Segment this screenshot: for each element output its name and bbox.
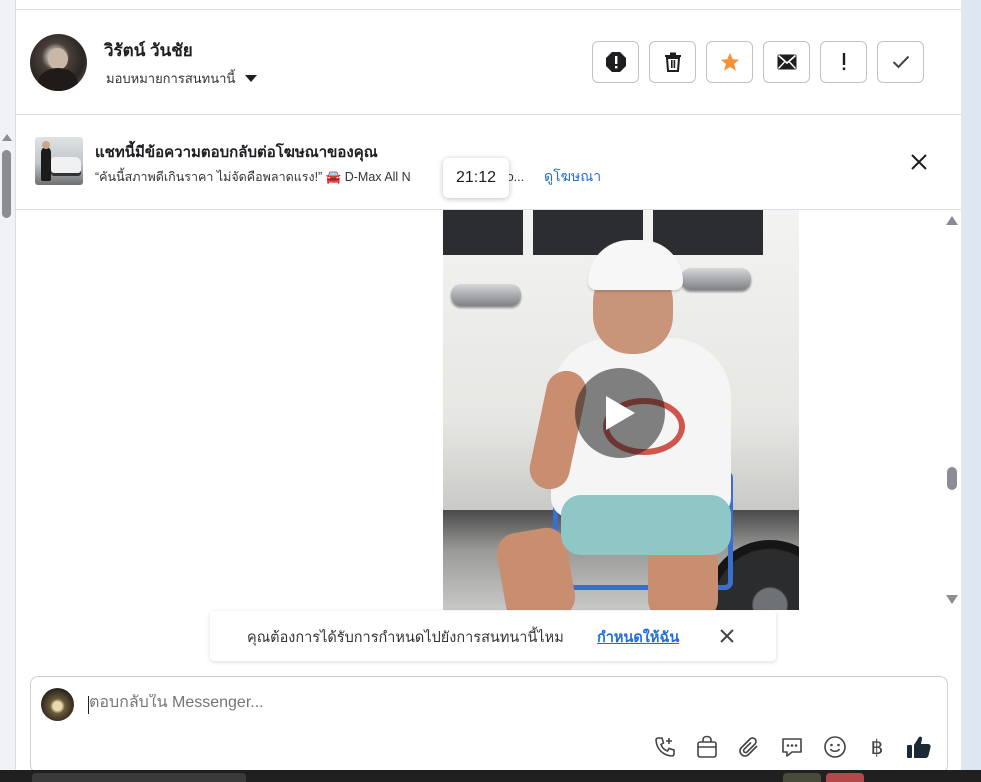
like-button[interactable]: [906, 734, 932, 760]
os-taskbar: [0, 770, 981, 782]
view-ad-link[interactable]: ดูโฆษณา: [544, 166, 601, 188]
ad-thumbnail-head: [42, 141, 50, 149]
assign-to-me-link[interactable]: กำหนดให้ฉัน: [597, 626, 679, 649]
smiley-icon: [824, 736, 846, 758]
chat-bubble-icon: [782, 738, 802, 757]
thumbs-up-icon: [907, 736, 931, 758]
trash-icon: [664, 52, 681, 72]
contact-name[interactable]: วิรัตน์ วันชัย: [104, 37, 193, 64]
play-icon: [606, 396, 635, 430]
play-button[interactable]: [575, 368, 665, 458]
left-scroll-up-arrow[interactable]: [2, 134, 12, 141]
done-button[interactable]: [877, 41, 924, 83]
star-button[interactable]: [706, 41, 753, 83]
thread-scroll-thumb[interactable]: [947, 467, 957, 490]
baht-icon: ฿: [870, 736, 884, 759]
bag-icon: [697, 735, 717, 758]
timestamp-tooltip: 21:12: [443, 158, 509, 198]
left-scrollbar[interactable]: [0, 0, 16, 782]
taskbar-app[interactable]: [826, 773, 864, 782]
mark-unread-button[interactable]: [763, 41, 810, 83]
ad-thumbnail-car: [51, 157, 81, 173]
assign-dropdown[interactable]: มอบหมายการสนทนานี้: [106, 68, 258, 89]
exclamation-icon: [842, 53, 845, 71]
taskbar-app[interactable]: [783, 773, 821, 782]
alert-circle-icon: [605, 52, 626, 72]
emoji-button[interactable]: [822, 734, 848, 760]
left-scroll-thumb[interactable]: [2, 150, 11, 218]
payment-button[interactable]: ฿: [864, 734, 890, 760]
contact-avatar[interactable]: [30, 34, 87, 91]
star-icon: [720, 52, 739, 71]
assign-label: มอบหมายการสนทนานี้: [106, 71, 236, 86]
caret-down-icon: [245, 75, 258, 82]
video-car-window: [653, 210, 763, 255]
right-edge-panel: [965, 0, 981, 782]
conversation-header: วิรัตน์ วันชัย มอบหมายการสนทนานี้: [16, 10, 961, 115]
assign-prompt: คุณต้องการได้รับการกำหนดไปยังการสนทนานี้…: [210, 611, 776, 661]
delete-button[interactable]: [649, 41, 696, 83]
ad-thumbnail[interactable]: [35, 137, 83, 185]
reply-input[interactable]: [89, 694, 889, 712]
thread-scroll-up-arrow[interactable]: [946, 216, 958, 225]
shop-button[interactable]: [694, 734, 720, 760]
paperclip-icon: [739, 737, 758, 757]
video-door-handle: [451, 284, 521, 306]
video-door-handle: [681, 268, 751, 290]
spam-button[interactable]: [592, 41, 639, 83]
avatar-face: [48, 48, 68, 70]
saved-replies-button[interactable]: [779, 734, 805, 760]
follow-up-button[interactable]: [820, 41, 867, 83]
avatar-body: [38, 68, 78, 91]
close-icon[interactable]: [718, 627, 736, 645]
envelope-icon: [777, 54, 796, 70]
reply-composer: ฿: [30, 676, 948, 773]
ad-banner-text-ellipsis: o...: [506, 170, 525, 184]
ad-banner-text-main: “คันนี้สภาพดีเกินราคา ไม่จัดคือพลาดแรง!”…: [95, 170, 411, 184]
ad-thumbnail-person: [41, 147, 51, 181]
thread-scroll-down-arrow[interactable]: [946, 595, 958, 604]
video-car-window: [443, 210, 523, 255]
attach-button[interactable]: [736, 734, 762, 760]
check-icon: [892, 55, 909, 69]
phone-add-icon: [655, 737, 675, 757]
page-avatar: [41, 688, 74, 721]
assign-prompt-text: คุณต้องการได้รับการกำหนดไปยังการสนทนานี้…: [247, 630, 564, 646]
ad-banner-title: แชทนี้มีข้อความตอบกลับต่อโฆษณาของคุณ: [95, 144, 378, 161]
right-edge: [961, 0, 981, 782]
video-shorts: [561, 495, 731, 555]
call-button[interactable]: [652, 734, 678, 760]
taskbar-search[interactable]: [32, 773, 246, 782]
close-icon[interactable]: [909, 152, 929, 172]
